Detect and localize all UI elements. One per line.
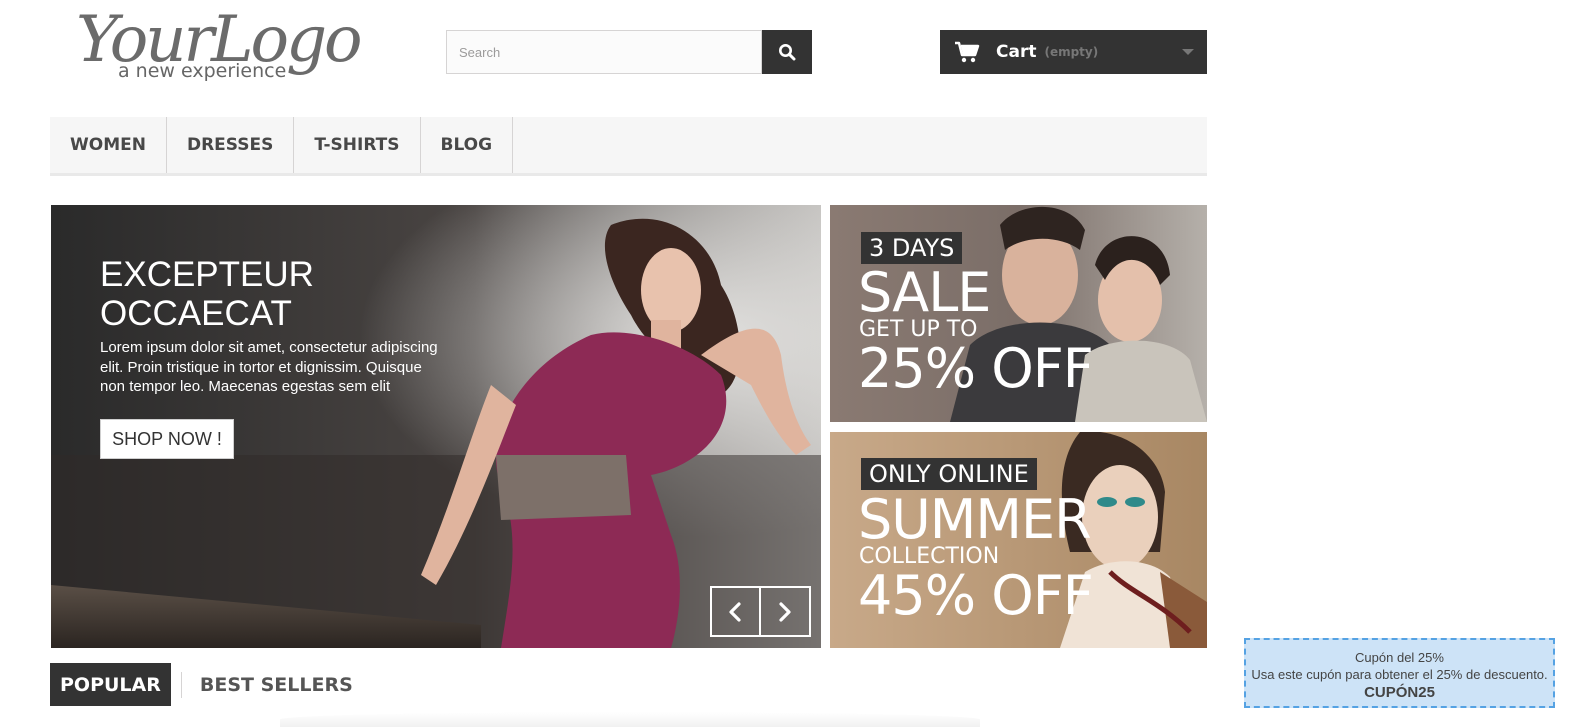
- cart-button[interactable]: Cart (empty): [940, 30, 1207, 74]
- slider-prev-button[interactable]: [712, 588, 761, 635]
- search-icon: [778, 43, 796, 61]
- tab-popular[interactable]: POPULAR: [50, 663, 171, 706]
- banner-offer: 45% OFF: [858, 564, 1094, 627]
- nav-item-women[interactable]: WOMEN: [50, 117, 167, 173]
- nav-item-blog[interactable]: BLOG: [421, 117, 514, 173]
- banner-headline: SALE: [858, 261, 991, 324]
- shop-now-button[interactable]: SHOP NOW !: [100, 419, 234, 459]
- tab-divider: [180, 671, 182, 698]
- slide-title-line-2: OCCAECAT: [100, 294, 292, 333]
- tab-best-sellers[interactable]: BEST SELLERS: [190, 663, 363, 706]
- slide-title-line-1: EXCEPTEUR: [100, 255, 314, 294]
- coupon-widget[interactable]: Cupón del 25% Usa este cupón para obtene…: [1244, 638, 1555, 708]
- cart-status: (empty): [1044, 45, 1099, 59]
- slider-next-button[interactable]: [761, 588, 809, 635]
- banner-offer: 25% OFF: [858, 337, 1094, 400]
- shopping-cart-icon: [954, 41, 980, 63]
- search-bar: [446, 30, 812, 74]
- nav-item-t-shirts[interactable]: T-SHIRTS: [294, 117, 421, 173]
- slider-controls: [710, 586, 811, 637]
- chevron-left-icon: [728, 601, 742, 622]
- slide-description: Lorem ipsum dolor sit amet, consectetur …: [100, 339, 438, 395]
- search-input[interactable]: [446, 30, 762, 74]
- banner-headline: SUMMER: [858, 488, 1092, 551]
- promo-banner-summer[interactable]: ONLY ONLINE SUMMER COLLECTION 45% OFF: [830, 432, 1207, 648]
- promo-banner-sale[interactable]: 3 DAYS SALE GET UP TO 25% OFF: [830, 205, 1207, 422]
- chevron-down-icon: [1182, 49, 1194, 55]
- store-logo[interactable]: YourLogo a new experience: [76, 4, 366, 90]
- nav-item-dresses[interactable]: DRESSES: [167, 117, 295, 173]
- coupon-code: CUPÓN25: [1364, 684, 1435, 701]
- coupon-title: Cupón del 25%: [1355, 650, 1444, 665]
- homepage-slider: EXCEPTEUR OCCAECAT Lorem ipsum dolor sit…: [51, 205, 821, 648]
- product-tabs: POPULAR BEST SELLERS: [50, 663, 363, 706]
- slide-title: EXCEPTEUR OCCAECAT: [100, 255, 440, 333]
- coupon-description: Usa este cupón para obtener el 25% de de…: [1251, 667, 1548, 682]
- cart-label: Cart: [996, 42, 1037, 62]
- chevron-right-icon: [778, 601, 792, 622]
- banner-tag: ONLY ONLINE: [861, 458, 1037, 490]
- main-navigation: WOMEN DRESSES T-SHIRTS BLOG: [50, 117, 1207, 176]
- product-list-shadow: [280, 712, 980, 727]
- logo-tagline: a new experience: [118, 60, 287, 82]
- search-button[interactable]: [762, 30, 812, 74]
- banner-tag: 3 DAYS: [861, 232, 963, 264]
